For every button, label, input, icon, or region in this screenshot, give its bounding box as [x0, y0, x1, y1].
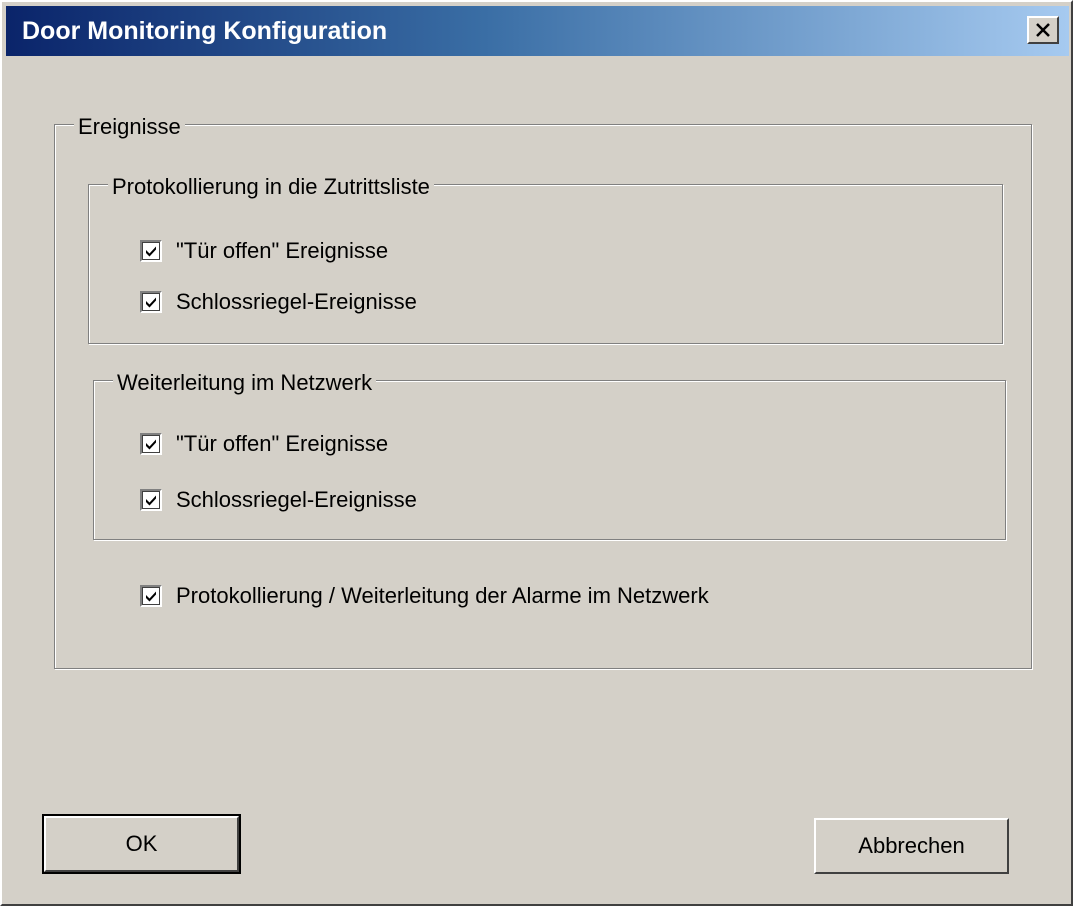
checkbox-box[interactable] [140, 585, 162, 607]
checkmark-icon [146, 297, 156, 308]
ok-button[interactable]: OK [42, 814, 241, 874]
checkbox-box[interactable] [140, 291, 162, 313]
checkbox-label: "Tür offen" Ereignisse [176, 431, 389, 456]
checkmark-icon [146, 246, 156, 257]
title-bar[interactable]: Door Monitoring Konfiguration [6, 6, 1069, 56]
logging-group-label: Protokollierung in die Zutrittsliste [108, 174, 434, 200]
window-title: Door Monitoring Konfiguration [22, 17, 388, 45]
checkmark-icon [146, 495, 156, 506]
checkbox-label: Protokollierung / Weiterleitung der Alar… [176, 583, 709, 608]
dialog-window: Door Monitoring Konfiguration Ereignisse… [0, 0, 1073, 906]
logging-groupbox [88, 184, 1003, 344]
checkbox-label: "Tür offen" Ereignisse [176, 238, 389, 263]
checkmark-icon [146, 591, 156, 602]
cancel-button[interactable]: Abbrechen [814, 818, 1009, 874]
checkmark-icon [146, 439, 156, 450]
checkbox-box[interactable] [140, 489, 162, 511]
network-group-label: Weiterleitung im Netzwerk [113, 370, 377, 396]
checkbox-label: Schlossriegel-Ereignisse [176, 289, 417, 314]
events-group-label: Ereignisse [74, 114, 185, 140]
close-icon [1036, 23, 1050, 37]
checkbox-label: Schlossriegel-Ereignisse [176, 487, 417, 512]
checkbox-box[interactable] [140, 433, 162, 455]
close-button[interactable] [1027, 16, 1059, 44]
network-groupbox [93, 380, 1006, 540]
checkbox-box[interactable] [140, 240, 162, 262]
